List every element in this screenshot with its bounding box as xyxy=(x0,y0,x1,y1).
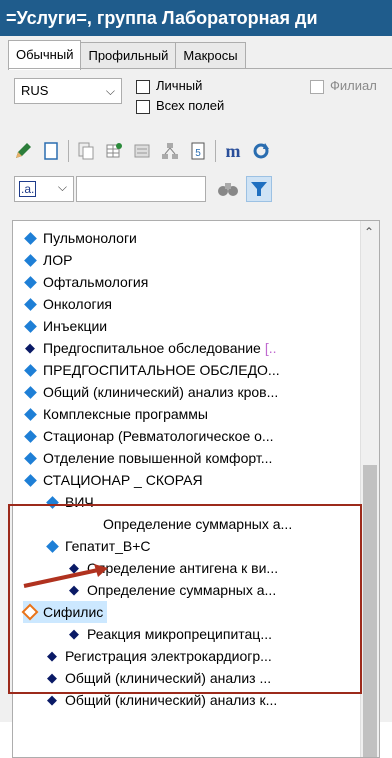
grid-add-icon[interactable] xyxy=(103,140,125,162)
diamond-icon xyxy=(23,407,37,421)
tree-item[interactable]: Инъекции xyxy=(23,315,107,337)
diamond-icon xyxy=(23,451,37,465)
tab-macros[interactable]: Макросы xyxy=(175,42,246,68)
toolbar: 5 m xyxy=(12,138,278,164)
m-icon[interactable]: m xyxy=(222,140,244,162)
flowchart-icon[interactable] xyxy=(159,140,181,162)
all-fields-checkbox[interactable] xyxy=(136,100,150,114)
chevron-down-icon: ⌵ xyxy=(105,84,115,98)
diamond-icon xyxy=(23,429,37,443)
svg-text:5: 5 xyxy=(195,148,201,159)
diamond-icon xyxy=(23,253,37,267)
annotation-highlight-box xyxy=(8,504,362,694)
tree-item[interactable]: Стационар (Ревматологическое о... xyxy=(23,425,274,447)
branch-label: Филиал xyxy=(330,78,377,93)
toolbar-separator xyxy=(68,140,69,162)
all-fields-label: Всех полей xyxy=(156,98,225,113)
pencil-icon[interactable] xyxy=(12,140,34,162)
diamond-icon xyxy=(23,231,37,245)
arrow-left-icon: ◆ xyxy=(47,692,57,707)
diamond-icon xyxy=(23,363,37,377)
arrow-left-icon: ◆ xyxy=(25,340,35,355)
diamond-icon xyxy=(23,385,37,399)
tree-item[interactable]: Офтальмология xyxy=(23,271,148,293)
tree-item[interactable]: Отделение повышенной комфорт... xyxy=(23,447,272,469)
report-icon[interactable] xyxy=(131,140,153,162)
diamond-icon xyxy=(23,275,37,289)
binoculars-icon[interactable] xyxy=(216,178,240,200)
window-title: =Услуги=, группа Лабораторная ди xyxy=(0,0,392,36)
tab-regular[interactable]: Обычный xyxy=(8,40,82,70)
tree-item[interactable]: ЛОР xyxy=(23,249,72,271)
page-icon[interactable] xyxy=(40,140,62,162)
tree-item[interactable]: СТАЦИОНАР _ СКОРАЯ xyxy=(23,469,203,491)
tree-item[interactable]: Пульмонологи xyxy=(23,227,137,249)
tree-item[interactable]: Комплексные программы xyxy=(23,403,208,425)
tree-item-suffix: [.. xyxy=(264,340,277,356)
scrollbar-thumb[interactable] xyxy=(363,465,377,757)
tab-profile[interactable]: Профильный xyxy=(80,42,177,68)
search-input[interactable] xyxy=(76,176,206,202)
language-value: RUS xyxy=(21,83,49,98)
scroll-up-icon[interactable]: ⌃ xyxy=(364,225,374,239)
toolbar-separator xyxy=(215,140,216,162)
format-label: .a. xyxy=(19,181,37,197)
filter-icon[interactable] xyxy=(246,176,272,202)
calendar-icon[interactable]: 5 xyxy=(187,140,209,162)
tree-item[interactable]: ПРЕДГОСПИТАЛЬНОЕ ОБСЛЕДО... xyxy=(23,359,280,381)
diamond-icon xyxy=(23,319,37,333)
tree-item[interactable]: ◆ Предгоспитальное обследование [.. xyxy=(23,337,277,359)
chevron-down-icon: ⌵ xyxy=(57,180,67,194)
copy-page-icon[interactable] xyxy=(75,140,97,162)
tab-divider xyxy=(8,68,392,69)
diamond-icon xyxy=(23,473,37,487)
language-select[interactable]: RUS ⌵ xyxy=(14,78,122,104)
svg-text:m: m xyxy=(226,141,241,161)
diamond-icon xyxy=(23,297,37,311)
main-panel: Обычный Профильный Макросы RUS ⌵ Личный … xyxy=(0,36,392,758)
tree-scrollbar[interactable]: ⌃ xyxy=(360,221,379,757)
format-select[interactable]: .a. ⌵ xyxy=(14,176,74,202)
annotation-arrow-icon xyxy=(23,564,108,588)
personal-label: Личный xyxy=(156,78,203,93)
personal-checkbox[interactable] xyxy=(136,80,150,94)
refresh-icon[interactable] xyxy=(250,140,272,162)
tree-item[interactable]: Онкология xyxy=(23,293,112,315)
tree-item[interactable]: Общий (клинический) анализ кров... xyxy=(23,381,278,403)
tab-strip: Обычный Профильный Макросы xyxy=(8,40,246,70)
branch-checkbox[interactable] xyxy=(310,80,324,94)
